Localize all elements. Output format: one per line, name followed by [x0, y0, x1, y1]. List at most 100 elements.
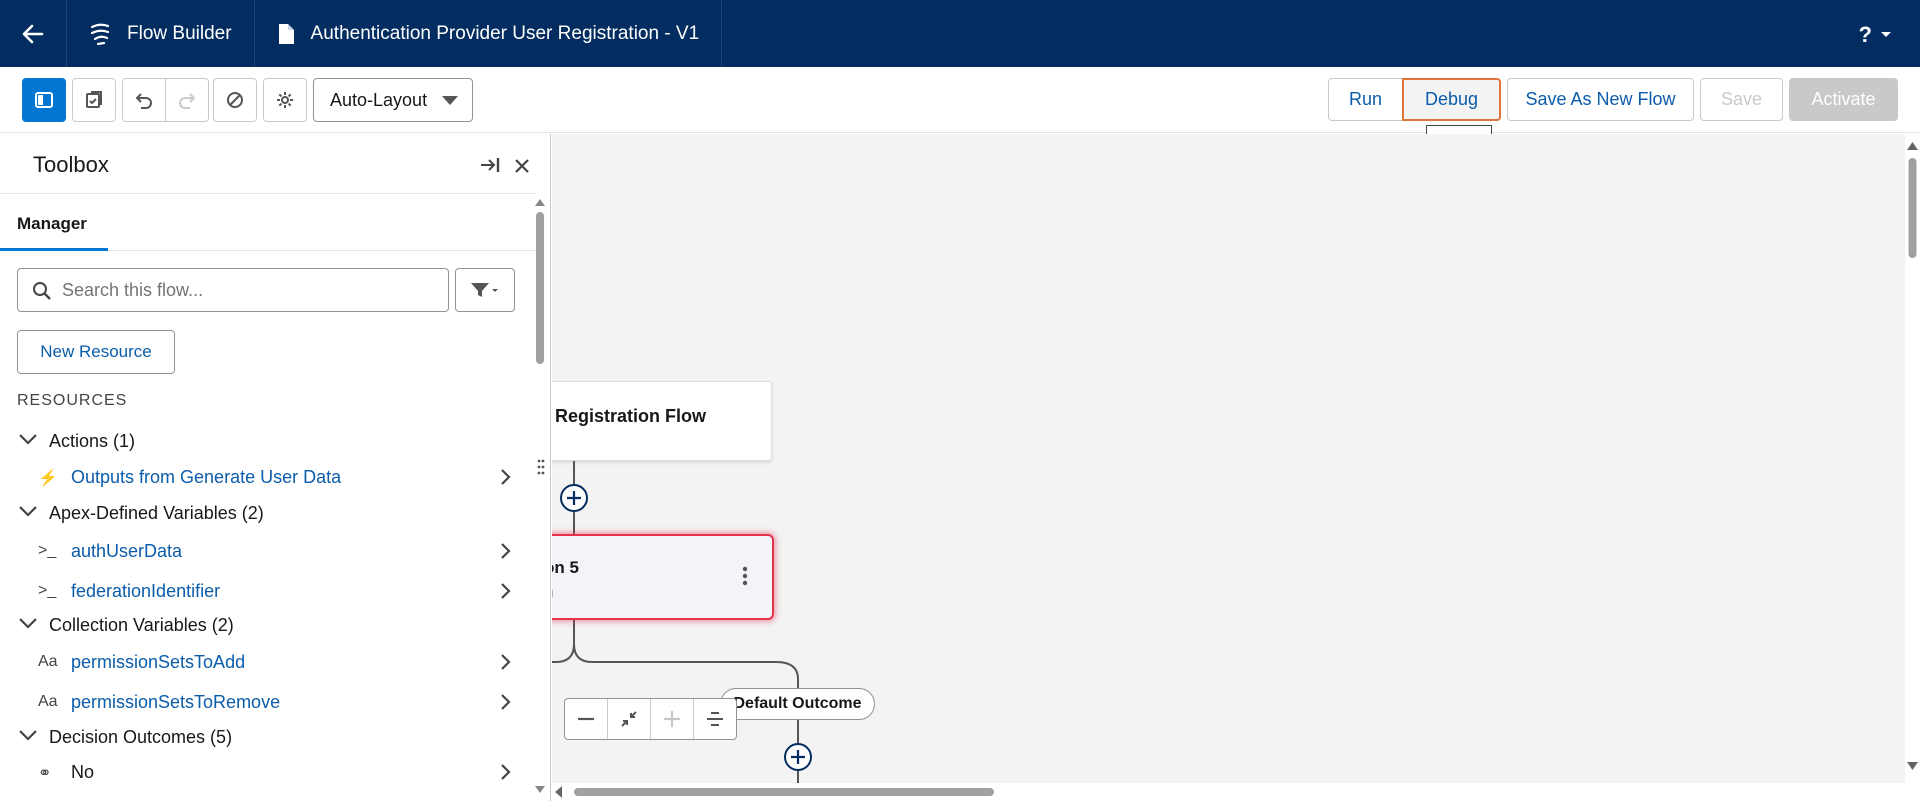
- help-icon: ?: [1858, 22, 1872, 47]
- resources-heading: RESOURCES: [17, 392, 128, 409]
- chevron-down-icon: [19, 506, 37, 517]
- align-center-icon: [707, 712, 723, 726]
- toolbox-title: Toolbox: [33, 152, 109, 177]
- text-icon: Aa: [38, 653, 58, 670]
- chevron-right-icon: [501, 764, 511, 780]
- save-as-new-flow-button[interactable]: Save As New Flow: [1507, 78, 1694, 121]
- search-placeholder: Search this flow...: [62, 279, 204, 300]
- toolbox-scrollbar[interactable]: [534, 196, 546, 796]
- sidebar-icon: [35, 92, 53, 108]
- save-button[interactable]: Save: [1700, 78, 1783, 121]
- new-resource-button[interactable]: New Resource: [17, 330, 175, 374]
- variable-icon: >_: [38, 582, 57, 599]
- search-input[interactable]: Search this flow...: [17, 268, 449, 312]
- resource-label: federationIdentifier: [71, 580, 221, 601]
- settings-button[interactable]: [263, 78, 307, 122]
- tab-manager[interactable]: Manager: [17, 214, 87, 234]
- block-button[interactable]: [213, 78, 257, 122]
- back-button[interactable]: [0, 0, 67, 67]
- resource-item[interactable]: Aa permissionSetsToAdd: [0, 645, 530, 679]
- chevron-right-icon: [501, 583, 511, 599]
- add-element-icon[interactable]: [559, 483, 589, 513]
- caret-down-icon: [442, 96, 458, 105]
- group-label: Actions (1): [49, 430, 136, 451]
- group-collection-variables[interactable]: Collection Variables (2): [0, 608, 530, 642]
- resource-item[interactable]: Aa permissionSetsToRemove: [0, 685, 530, 719]
- resource-label: permissionSetsToRemove: [71, 691, 281, 712]
- block-icon: [227, 92, 243, 108]
- flow-canvas[interactable]: er Registration Flow on 5 n Default Outc…: [552, 134, 1905, 783]
- group-label: Collection Variables (2): [49, 614, 234, 635]
- default-outcome-label[interactable]: Default Outcome: [720, 688, 875, 720]
- toolbox-header: Toolbox: [0, 134, 536, 194]
- zoom-controls: [564, 698, 737, 740]
- layout-dropdown-value: Auto-Layout: [330, 89, 428, 110]
- outcome-icon: ⚭: [38, 765, 52, 782]
- app-header: Flow Builder Authentication Provider Use…: [0, 0, 1920, 67]
- flow-title-area: Authentication Provider User Registratio…: [255, 0, 723, 67]
- resource-label: permissionSetsToAdd: [71, 651, 246, 672]
- chevron-down-icon: [19, 730, 37, 741]
- checklist-icon: [86, 91, 102, 108]
- chevron-right-icon: [501, 543, 511, 559]
- canvas-vertical-scrollbar[interactable]: [1905, 134, 1920, 784]
- flow-icon: [90, 23, 110, 45]
- align-button[interactable]: [694, 699, 736, 739]
- filter-button[interactable]: [455, 268, 515, 312]
- chevron-down-icon: [19, 618, 37, 629]
- run-button[interactable]: Run: [1328, 78, 1403, 121]
- zoom-in-button[interactable]: [651, 699, 694, 739]
- resize-grip-icon[interactable]: [537, 458, 545, 476]
- resource-item[interactable]: ⚡ Outputs from Generate User Data: [0, 460, 530, 494]
- text-icon: Aa: [38, 693, 58, 710]
- group-actions[interactable]: Actions (1): [0, 424, 530, 458]
- decision-node-subtitle: n: [552, 582, 553, 602]
- activate-button[interactable]: Activate: [1789, 78, 1898, 121]
- group-decision-outcomes[interactable]: Decision Outcomes (5): [0, 720, 530, 754]
- start-node-title: er Registration Flow: [552, 406, 707, 426]
- group-label: Apex-Defined Variables (2): [49, 502, 264, 523]
- variable-icon: >_: [38, 542, 57, 559]
- resource-item[interactable]: >_ federationIdentifier: [0, 574, 530, 608]
- decision-node[interactable]: on 5 n: [552, 534, 774, 620]
- check-issues-button[interactable]: [72, 78, 116, 122]
- add-element-icon[interactable]: [783, 742, 813, 772]
- debug-button[interactable]: Debug: [1402, 78, 1501, 121]
- group-apex-defined-variables[interactable]: Apex-Defined Variables (2): [0, 496, 530, 530]
- more-actions-icon[interactable]: [742, 566, 748, 586]
- chevron-down-icon: [1881, 32, 1891, 37]
- resource-label: No: [71, 761, 95, 782]
- redo-button[interactable]: [165, 78, 209, 122]
- fit-view-button[interactable]: [608, 699, 651, 739]
- chevron-right-icon: [501, 469, 511, 485]
- resource-label: Outputs from Generate User Data: [71, 466, 342, 487]
- start-node[interactable]: er Registration Flow: [552, 381, 772, 461]
- undo-icon: [135, 93, 152, 109]
- help-menu[interactable]: ?: [1859, 22, 1892, 48]
- resource-item[interactable]: ⚭ No: [0, 755, 530, 789]
- search-icon: [33, 282, 51, 300]
- redo-icon: [179, 93, 196, 109]
- resource-label: authUserData: [71, 540, 183, 561]
- minus-icon: [578, 717, 594, 721]
- flow-title: Authentication Provider User Registratio…: [310, 22, 700, 44]
- chevron-down-icon: [19, 434, 37, 445]
- chevron-right-icon: [501, 654, 511, 670]
- toggle-toolbox-button[interactable]: [22, 78, 66, 122]
- layout-dropdown[interactable]: Auto-Layout: [313, 78, 473, 122]
- filter-icon: [471, 283, 498, 297]
- collapse-panel-icon[interactable]: [480, 156, 500, 174]
- app-launcher[interactable]: Flow Builder: [67, 0, 255, 67]
- gear-icon: [277, 92, 293, 108]
- canvas-horizontal-scrollbar[interactable]: [552, 783, 1905, 801]
- undo-button[interactable]: [122, 78, 166, 122]
- close-icon[interactable]: [514, 158, 530, 174]
- zoom-out-button[interactable]: [565, 699, 608, 739]
- contract-icon: [621, 711, 637, 727]
- arrow-left-icon: [22, 24, 44, 43]
- app-name: Flow Builder: [127, 22, 232, 44]
- group-label: Decision Outcomes (5): [49, 726, 233, 747]
- plus-icon: [664, 711, 680, 727]
- decision-node-title: on 5: [552, 558, 579, 577]
- resource-item[interactable]: >_ authUserData: [0, 534, 530, 568]
